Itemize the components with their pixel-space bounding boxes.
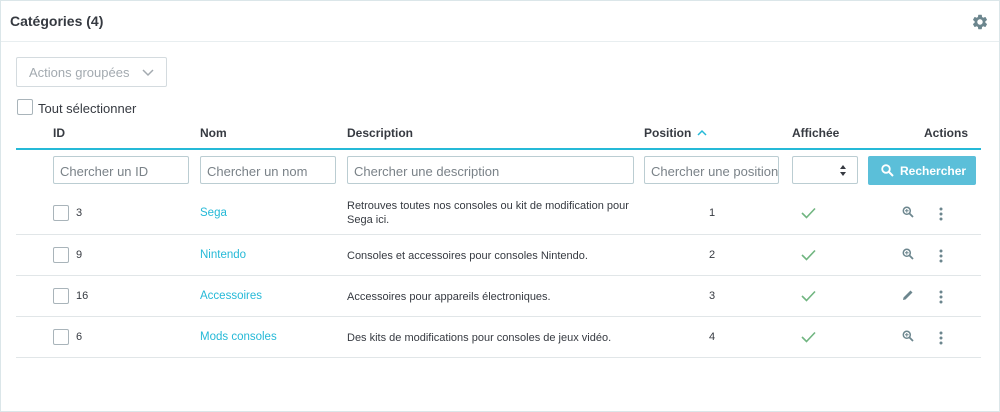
view-icon[interactable] (902, 206, 914, 218)
row-position: 2 (709, 249, 716, 261)
row-name-link[interactable]: Sega (200, 207, 227, 219)
row-description: Accessoires pour appareils électroniques… (347, 291, 551, 303)
column-header-actions: Actions (924, 126, 969, 140)
row-description: Retrouves toutes nos consoles ou kit de … (347, 200, 629, 226)
row-position: 3 (709, 290, 716, 302)
row-description: Consoles et accessoires pour consoles Ni… (347, 250, 588, 262)
check-icon[interactable] (801, 331, 816, 343)
panel-header: Catégories (4) (1, 1, 999, 42)
row-position: 1 (709, 207, 716, 219)
row-name-link[interactable]: Nintendo (200, 249, 246, 261)
column-header-displayed[interactable]: Affichée (792, 126, 839, 140)
select-all-label: Tout sélectionner (38, 101, 137, 116)
more-actions-icon[interactable] (939, 290, 943, 304)
filter-id-placeholder: Chercher un ID (60, 164, 149, 179)
select-all-checkbox[interactable] (17, 99, 33, 115)
column-header-description[interactable]: Description (347, 126, 413, 140)
select-arrows-icon (840, 165, 846, 176)
row-id: 16 (76, 290, 89, 302)
column-header-position[interactable]: Position (644, 126, 691, 140)
sort-ascending-icon[interactable] (697, 129, 707, 136)
view-icon[interactable] (902, 330, 914, 342)
filter-id-input[interactable]: Chercher un ID (53, 156, 189, 184)
row-description: Des kits de modifications pour consoles … (347, 332, 612, 344)
more-actions-icon[interactable] (939, 249, 943, 263)
row-checkbox[interactable] (53, 205, 69, 221)
row-id: 9 (76, 249, 83, 261)
more-actions-icon[interactable] (939, 331, 943, 345)
row-name-link[interactable]: Accessoires (200, 290, 262, 302)
filter-displayed-select[interactable] (792, 156, 858, 184)
more-actions-icon[interactable] (939, 207, 943, 221)
row-id: 3 (76, 207, 83, 219)
column-header-name[interactable]: Nom (200, 126, 227, 140)
filter-name-input[interactable]: Chercher un nom (200, 156, 336, 184)
row-checkbox[interactable] (53, 288, 69, 304)
bulk-actions-dropdown[interactable]: Actions groupées (16, 57, 167, 87)
filter-description-placeholder: Chercher une description (354, 164, 500, 179)
header-divider (16, 148, 981, 150)
search-icon (881, 164, 894, 177)
column-header-id[interactable]: ID (53, 126, 65, 140)
row-name-link[interactable]: Mods consoles (200, 331, 277, 343)
filter-position-placeholder: Chercher une position (651, 164, 779, 179)
filter-name-placeholder: Chercher un nom (207, 164, 308, 179)
search-button-label: Rechercher (900, 164, 967, 178)
view-icon[interactable] (902, 248, 914, 260)
panel-title: Catégories (4) (10, 13, 104, 29)
row-position: 4 (709, 331, 716, 343)
row-checkbox[interactable] (53, 247, 69, 263)
check-icon[interactable] (801, 290, 816, 302)
filter-description-input[interactable]: Chercher une description (347, 156, 634, 184)
row-checkbox[interactable] (53, 329, 69, 345)
chevron-down-icon (142, 69, 154, 77)
search-button[interactable]: Rechercher (868, 156, 976, 185)
check-icon[interactable] (801, 207, 816, 219)
row-id: 6 (76, 331, 83, 343)
bulk-actions-label: Actions groupées (29, 65, 130, 80)
gear-icon[interactable] (971, 13, 989, 31)
check-icon[interactable] (801, 249, 816, 261)
filter-position-input[interactable]: Chercher une position (644, 156, 779, 184)
edit-icon[interactable] (902, 289, 914, 301)
